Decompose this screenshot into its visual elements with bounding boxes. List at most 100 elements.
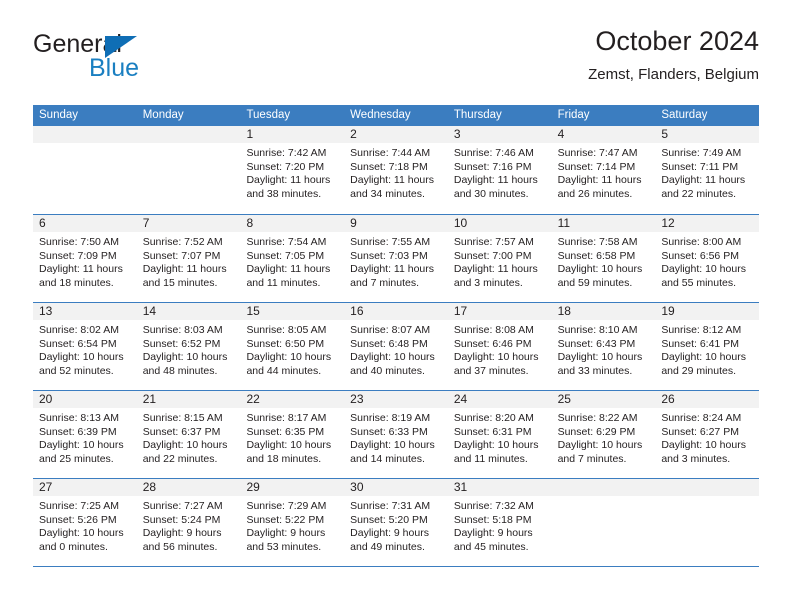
brand-logo[interactable]: General Blue <box>33 30 233 86</box>
sunset-text: Sunset: 6:27 PM <box>661 425 739 438</box>
daylight-text-line2: and 7 minutes. <box>557 452 627 465</box>
daylight-text-line2: and 14 minutes. <box>350 452 425 465</box>
day-cell[interactable]: 14 Sunrise: 8:03 AM Sunset: 6:52 PM Dayligh… <box>136 303 241 390</box>
calendar-week-row: 20 Sunrise: 8:13 AM Sunset: 6:39 PM Dayligh… <box>33 390 760 478</box>
daylight-text-line2: and 26 minutes. <box>557 187 633 200</box>
sunset-text: Sunset: 6:46 PM <box>453 337 532 350</box>
day-cell[interactable]: 29 Sunrise: 7:29 AM Sunset: 5:22 PM Dayligh… <box>240 479 345 566</box>
sunrise-text: Sunrise: 7:47 AM <box>557 147 638 159</box>
day-cell[interactable]: 18 Sunrise: 8:10 AM Sunset: 6:43 PM Dayligh… <box>551 303 656 390</box>
day-cell[interactable]: 31 Sunrise: 7:32 AM Sunset: 5:18 PM Dayligh… <box>447 479 552 566</box>
daylight-text-line2: and 53 minutes. <box>246 540 322 553</box>
daylight-text-line1: Daylight: 11 hours <box>453 263 538 275</box>
day-info: Sunrise: 7:25 AM Sunset: 5:26 PM Daylight:… <box>33 496 137 554</box>
sunset-text: Sunset: 5:26 PM <box>39 513 117 526</box>
day-cell[interactable]: 15 Sunrise: 8:05 AM Sunset: 6:50 PM Dayligh… <box>240 303 345 390</box>
day-cell[interactable]: 12 Sunrise: 8:00 AM Sunset: 6:56 PM Dayligh… <box>655 215 760 302</box>
day-cell[interactable]: 13 Sunrise: 8:02 AM Sunset: 6:54 PM Dayligh… <box>33 303 137 390</box>
sunrise-text: Sunrise: 7:32 AM <box>453 500 534 512</box>
day-cell[interactable]: 23 Sunrise: 8:19 AM Sunset: 6:33 PM Dayligh… <box>344 391 448 478</box>
day-info: Sunrise: 8:13 AM Sunset: 6:39 PM Daylight:… <box>33 408 137 466</box>
day-cell[interactable]: 30 Sunrise: 7:31 AM Sunset: 5:20 PM Dayligh… <box>344 479 448 566</box>
daylight-text-line2: and 3 minutes. <box>661 452 731 465</box>
day-number: 11 <box>551 215 656 232</box>
calendar-weeks: 1 Sunrise: 7:42 AM Sunset: 7:20 PM Daylight… <box>33 126 760 566</box>
page-header: General Blue October 2024 Zemst, Flander… <box>33 24 759 98</box>
sunrise-text: Sunrise: 8:07 AM <box>350 324 431 336</box>
day-number: 27 <box>33 479 137 496</box>
day-number: 28 <box>136 479 241 496</box>
daylight-text-line1: Daylight: 9 hours <box>453 527 533 539</box>
sunset-text: Sunset: 7:20 PM <box>246 160 325 173</box>
page-subtitle: Zemst, Flanders, Belgium <box>588 66 759 83</box>
sunset-text: Sunset: 6:37 PM <box>142 425 221 438</box>
day-cell[interactable]: 20 Sunrise: 8:13 AM Sunset: 6:39 PM Dayligh… <box>33 391 137 478</box>
page-title: October 2024 <box>595 26 759 56</box>
day-cell[interactable]: 25 Sunrise: 8:22 AM Sunset: 6:29 PM Dayligh… <box>551 391 656 478</box>
day-cell-empty <box>33 126 137 214</box>
day-cell[interactable]: 16 Sunrise: 8:07 AM Sunset: 6:48 PM Dayligh… <box>344 303 448 390</box>
day-info: Sunrise: 7:49 AM Sunset: 7:11 PM Daylight:… <box>655 143 759 201</box>
sunrise-text: Sunrise: 7:54 AM <box>246 236 327 248</box>
day-cell[interactable]: 9 Sunrise: 7:55 AM Sunset: 7:03 PM Daylight… <box>344 215 448 302</box>
day-cell[interactable]: 22 Sunrise: 8:17 AM Sunset: 6:35 PM Dayligh… <box>240 391 345 478</box>
weekday-header-friday: Friday <box>557 109 590 121</box>
day-cell[interactable]: 27 Sunrise: 7:25 AM Sunset: 5:26 PM Dayligh… <box>33 479 137 566</box>
daylight-text-line1: Daylight: 11 hours <box>142 263 227 275</box>
day-number: 24 <box>447 391 552 408</box>
day-cell[interactable]: 21 Sunrise: 8:15 AM Sunset: 6:37 PM Dayligh… <box>136 391 241 478</box>
day-cell[interactable]: 10 Sunrise: 7:57 AM Sunset: 7:00 PM Dayligh… <box>447 215 552 302</box>
sunset-text: Sunset: 7:11 PM <box>661 160 739 173</box>
day-number: 18 <box>551 303 656 320</box>
day-info: Sunrise: 7:31 AM Sunset: 5:20 PM Daylight:… <box>344 496 448 554</box>
day-number: 1 <box>240 126 345 143</box>
day-cell[interactable]: 17 Sunrise: 8:08 AM Sunset: 6:46 PM Dayligh… <box>447 303 552 390</box>
daylight-text-line1: Daylight: 10 hours <box>39 439 124 451</box>
day-cell[interactable]: 28 Sunrise: 7:27 AM Sunset: 5:24 PM Dayligh… <box>136 479 241 566</box>
day-info: Sunrise: 7:47 AM Sunset: 7:14 PM Daylight:… <box>552 143 656 201</box>
day-cell[interactable]: 7 Sunrise: 7:52 AM Sunset: 7:07 PM Daylight… <box>136 215 241 302</box>
daylight-text-line1: Daylight: 10 hours <box>350 439 435 451</box>
day-cell[interactable]: 8 Sunrise: 7:54 AM Sunset: 7:05 PM Daylight… <box>240 215 345 302</box>
daylight-text-line1: Daylight: 10 hours <box>557 263 643 275</box>
daylight-text-line2: and 59 minutes. <box>557 276 633 289</box>
daylight-text-line1: Daylight: 10 hours <box>661 351 746 363</box>
sunrise-text: Sunrise: 8:02 AM <box>39 324 119 336</box>
day-info: Sunrise: 7:54 AM Sunset: 7:05 PM Daylight:… <box>240 232 344 290</box>
daylight-text-line1: Daylight: 10 hours <box>39 527 124 539</box>
calendar-page: General Blue October 2024 Zemst, Flander… <box>0 0 792 612</box>
sunset-text: Sunset: 6:39 PM <box>39 425 117 438</box>
sunset-text: Sunset: 6:43 PM <box>557 337 636 350</box>
daylight-text-line2: and 7 minutes. <box>350 276 420 289</box>
sunset-text: Sunset: 6:33 PM <box>350 425 428 438</box>
daylight-text-line1: Daylight: 11 hours <box>39 263 123 275</box>
sunrise-text: Sunrise: 8:13 AM <box>39 412 119 424</box>
day-info: Sunrise: 7:46 AM Sunset: 7:16 PM Daylight:… <box>448 143 552 201</box>
sunset-text: Sunset: 5:22 PM <box>246 513 325 526</box>
day-number: 4 <box>551 126 656 143</box>
sunset-text: Sunset: 6:48 PM <box>350 337 428 350</box>
daylight-text-line2: and 22 minutes. <box>142 452 218 465</box>
sunrise-text: Sunrise: 8:17 AM <box>246 412 327 424</box>
day-cell[interactable]: 6 Sunrise: 7:50 AM Sunset: 7:09 PM Daylight… <box>33 215 137 302</box>
day-cell[interactable]: 5 Sunrise: 7:49 AM Sunset: 7:11 PM Daylight… <box>655 126 760 214</box>
daylight-text-line1: Daylight: 9 hours <box>350 527 429 539</box>
day-cell[interactable]: 4 Sunrise: 7:47 AM Sunset: 7:14 PM Daylight… <box>551 126 656 214</box>
sunset-text: Sunset: 5:18 PM <box>453 513 532 526</box>
day-cell[interactable]: 3 Sunrise: 7:46 AM Sunset: 7:16 PM Daylight… <box>447 126 552 214</box>
sunset-text: Sunset: 5:20 PM <box>350 513 428 526</box>
day-cell[interactable]: 19 Sunrise: 8:12 AM Sunset: 6:41 PM Dayligh… <box>655 303 760 390</box>
daylight-text-line2: and 18 minutes. <box>246 452 322 465</box>
day-cell[interactable]: 24 Sunrise: 8:20 AM Sunset: 6:31 PM Dayligh… <box>447 391 552 478</box>
day-cell[interactable]: 1 Sunrise: 7:42 AM Sunset: 7:20 PM Daylight… <box>240 126 345 214</box>
day-info: Sunrise: 8:24 AM Sunset: 6:27 PM Daylight:… <box>655 408 759 466</box>
sunrise-text: Sunrise: 8:15 AM <box>142 412 223 424</box>
weekday-header-saturday: Saturday <box>661 109 708 121</box>
sunset-text: Sunset: 7:00 PM <box>453 249 532 262</box>
day-cell[interactable]: 11 Sunrise: 7:58 AM Sunset: 6:58 PM Dayligh… <box>551 215 656 302</box>
sunrise-text: Sunrise: 8:19 AM <box>350 412 431 424</box>
day-info: Sunrise: 7:57 AM Sunset: 7:00 PM Daylight:… <box>448 232 552 290</box>
day-number <box>655 479 760 496</box>
day-cell[interactable]: 26 Sunrise: 8:24 AM Sunset: 6:27 PM Dayligh… <box>655 391 760 478</box>
day-cell[interactable]: 2 Sunrise: 7:44 AM Sunset: 7:18 PM Daylight… <box>344 126 448 214</box>
